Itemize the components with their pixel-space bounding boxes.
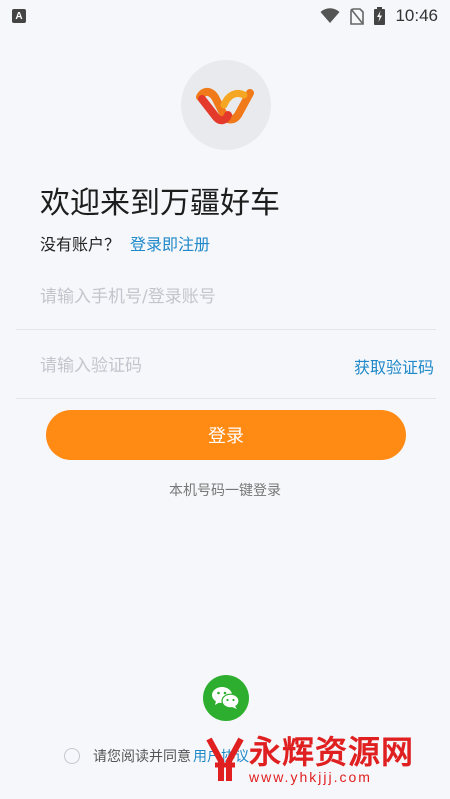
no-sim-icon <box>350 7 365 25</box>
register-link[interactable]: 登录即注册 <box>130 235 210 254</box>
watermark: 永辉资源网 www.yhkjjj.com <box>205 735 414 785</box>
watermark-title: 永辉资源网 <box>249 733 415 771</box>
status-time: 10:46 <box>395 6 438 25</box>
status-bar: A 10:46 <box>0 0 450 32</box>
battery-charging-icon <box>374 7 386 25</box>
login-button[interactable]: 登录 <box>46 410 406 460</box>
one-click-login-link[interactable]: 本机号码一键登录 <box>0 480 450 500</box>
status-left: A <box>12 9 26 23</box>
agree-prefix-text: 请您阅读并同意 <box>93 749 191 765</box>
wechat-login-button[interactable] <box>203 675 249 721</box>
status-right: 10:46 <box>320 6 438 26</box>
wifi-icon <box>320 8 340 23</box>
watermark-url: www.yhkjjj.com <box>249 769 372 785</box>
agreement-checkbox[interactable] <box>64 748 80 764</box>
phone-input[interactable] <box>16 286 436 307</box>
welcome-title: 欢迎来到万疆好车 <box>40 186 280 221</box>
notification-a-icon: A <box>12 9 26 23</box>
wanjiang-logo-icon <box>196 88 254 125</box>
phone-field <box>16 264 436 330</box>
register-row: 没有账户？ 登录即注册 <box>40 231 210 255</box>
wechat-icon <box>212 687 240 709</box>
get-code-button[interactable]: 获取验证码 <box>354 354 434 378</box>
code-field: 获取验证码 <box>16 333 436 399</box>
watermark-logo-icon <box>206 737 244 781</box>
no-account-text: 没有账户？ <box>40 235 121 254</box>
app-logo <box>181 60 271 150</box>
verification-code-input[interactable] <box>16 355 340 376</box>
